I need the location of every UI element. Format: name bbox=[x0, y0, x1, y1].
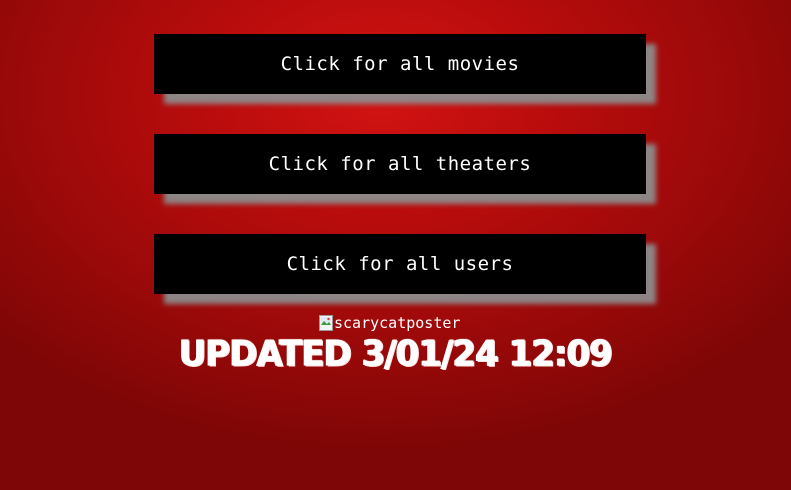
all-theaters-button-label: Click for all theaters bbox=[268, 153, 532, 175]
last-updated-label: UPDATED 3/01/24 12:09 bbox=[178, 333, 613, 375]
scary-cat-poster-image: scarycatposter bbox=[319, 314, 460, 332]
poster-alt-text: scarycatposter bbox=[334, 314, 461, 332]
all-users-button-label: Click for all users bbox=[286, 253, 514, 275]
all-users-button[interactable]: Click for all users bbox=[154, 234, 646, 294]
all-movies-button-label: Click for all movies bbox=[280, 53, 520, 75]
broken-image-icon bbox=[319, 315, 333, 331]
all-theaters-button[interactable]: Click for all theaters bbox=[154, 134, 646, 194]
all-movies-button[interactable]: Click for all movies bbox=[154, 34, 646, 94]
